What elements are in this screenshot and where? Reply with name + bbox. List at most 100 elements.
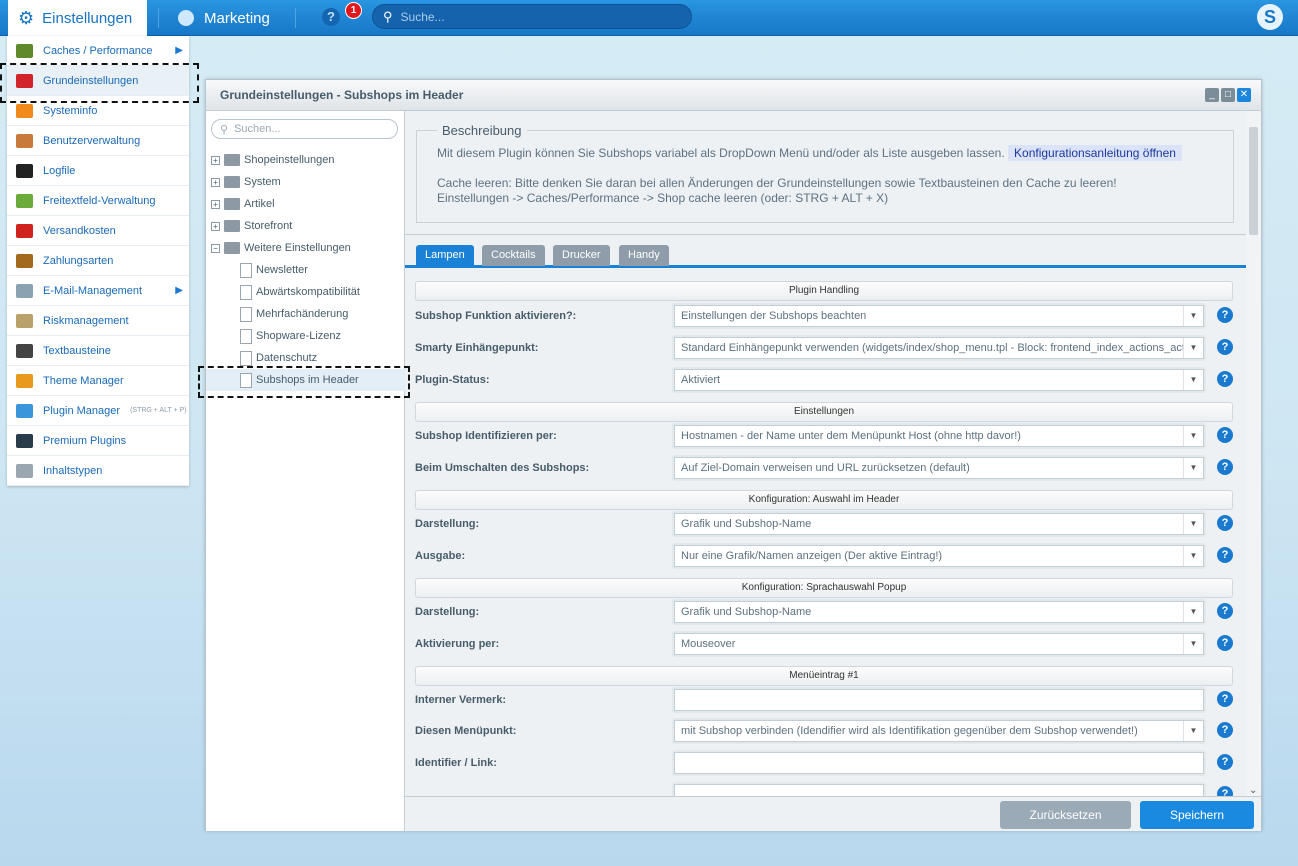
menu-item[interactable]: Versandkosten xyxy=(7,216,189,246)
menu-item[interactable]: Theme Manager xyxy=(7,366,189,396)
scrollbar-thumb[interactable] xyxy=(1249,127,1258,235)
pie-chart-icon xyxy=(178,10,194,26)
help-icon[interactable]: ? xyxy=(1217,307,1233,323)
help-icon[interactable]: ? xyxy=(1217,547,1233,563)
dropdown-arrow-icon[interactable]: ▼ xyxy=(1183,338,1203,358)
window-header[interactable]: Grundeinstellungen - Subshops im Header xyxy=(206,80,1261,111)
form-row: Diesen Menüpunkt: mit Subshop verbinden … xyxy=(415,716,1245,746)
menu-item[interactable]: Textbausteine xyxy=(7,336,189,366)
menu-item[interactable]: Plugin Manager (STRG + ALT + P) xyxy=(7,396,189,426)
reset-button[interactable]: Zurücksetzen xyxy=(1000,801,1131,829)
save-button[interactable]: Speichern xyxy=(1140,801,1254,829)
form-row: Plugin-Status: Aktiviert ▼ ? xyxy=(415,365,1245,395)
help-icon[interactable]: ? xyxy=(1217,786,1233,796)
text-input[interactable] xyxy=(672,687,1206,713)
select-field[interactable]: Mouseover ▼ xyxy=(672,631,1206,657)
dropdown-arrow-icon[interactable]: ▼ xyxy=(1183,546,1203,566)
close-button[interactable]: ✕ xyxy=(1237,88,1251,102)
global-search-input[interactable]: ⚲ Suche... xyxy=(372,4,692,29)
scroll-down-icon[interactable]: ⌄ xyxy=(1249,785,1257,796)
help-icon[interactable]: ? xyxy=(322,8,340,26)
help-icon[interactable]: ? xyxy=(1217,754,1233,770)
dropdown-arrow-icon[interactable]: ▼ xyxy=(1183,514,1203,534)
minimize-button[interactable]: _ xyxy=(1205,88,1219,102)
tree-folder[interactable]: + Storefront xyxy=(211,215,405,237)
tree-folder[interactable]: + System xyxy=(211,171,405,193)
config-guide-link[interactable]: Konfigurationsanleitung öffnen xyxy=(1008,145,1182,161)
help-icon[interactable]: ? xyxy=(1217,635,1233,651)
menu-item-label: Logfile xyxy=(43,164,76,177)
dropdown-arrow-icon[interactable]: ▼ xyxy=(1183,721,1203,741)
help-icon[interactable]: ? xyxy=(1217,722,1233,738)
menu-item[interactable]: Premium Plugins xyxy=(7,426,189,456)
menu-item[interactable]: Inhaltstypen xyxy=(7,456,189,486)
select-field[interactable]: Aktiviert ▼ xyxy=(672,367,1206,393)
vertical-scrollbar[interactable]: ⌄ xyxy=(1246,111,1261,796)
tree-leaf[interactable]: Shopware-Lizenz xyxy=(206,325,405,347)
text-input[interactable] xyxy=(672,782,1206,796)
menu-item[interactable]: Logfile xyxy=(7,156,189,186)
tree-search-input[interactable]: ⚲ Suchen... xyxy=(211,119,398,139)
help-icon[interactable]: ? xyxy=(1217,515,1233,531)
menu-item[interactable]: Freitextfeld-Verwaltung xyxy=(7,186,189,216)
dropdown-arrow-icon[interactable]: ▼ xyxy=(1183,306,1203,326)
tab-cocktails[interactable]: Cocktails xyxy=(482,245,545,266)
form-row: ? xyxy=(415,780,1245,796)
shopware-logo-icon[interactable]: S xyxy=(1257,4,1283,30)
dropdown-arrow-icon[interactable]: ▼ xyxy=(1183,634,1203,654)
expand-icon[interactable]: + xyxy=(211,199,220,209)
gauge-icon xyxy=(16,43,33,58)
menu-item-label: Caches / Performance xyxy=(43,44,153,57)
select-field[interactable]: Einstellungen der Subshops beachten ▼ xyxy=(672,303,1206,329)
help-icon[interactable]: ? xyxy=(1217,339,1233,355)
settings-menu-tab[interactable]: ⚙ Einstellungen xyxy=(8,0,147,36)
collapse-icon[interactable]: − xyxy=(211,243,220,253)
help-icon[interactable]: ? xyxy=(1217,371,1233,387)
tree-folder[interactable]: + Artikel xyxy=(211,193,405,215)
tree-node-label: Abwärtskompatibilität xyxy=(256,286,360,298)
marketing-menu-tab[interactable]: Marketing xyxy=(178,0,270,36)
dropdown-arrow-icon[interactable]: ▼ xyxy=(1183,426,1203,446)
help-icon[interactable]: ? xyxy=(1217,603,1233,619)
tree-folder[interactable]: + Shopeinstellungen xyxy=(211,149,405,171)
tree-folder[interactable]: − Weitere Einstellungen xyxy=(211,237,405,259)
menu-item-label: Premium Plugins xyxy=(43,434,127,447)
select-field[interactable]: Grafik und Subshop-Name ▼ xyxy=(672,599,1206,625)
menu-item[interactable]: Riskmanagement xyxy=(7,306,189,336)
select-field[interactable]: Auf Ziel-Domain verweisen und URL zurück… xyxy=(672,455,1206,481)
field-label: Identifier / Link: xyxy=(415,757,497,769)
form-row: Smarty Einhängepunkt: Standard Einhängep… xyxy=(415,333,1245,363)
select-field[interactable]: Grafik und Subshop-Name ▼ xyxy=(672,511,1206,537)
dropdown-arrow-icon[interactable]: ▼ xyxy=(1183,602,1203,622)
help-icon[interactable]: ? xyxy=(1217,691,1233,707)
select-field[interactable]: Nur eine Grafik/Namen anzeigen (Der akti… xyxy=(672,543,1206,569)
tree-leaf[interactable]: Mehrfachänderung xyxy=(206,303,405,325)
menu-item[interactable]: Benutzerverwaltung xyxy=(7,126,189,156)
expand-icon[interactable]: + xyxy=(211,177,220,187)
select-field[interactable]: Standard Einhängepunkt verwenden (widget… xyxy=(672,335,1206,361)
help-icon[interactable]: ? xyxy=(1217,427,1233,443)
help-icon[interactable]: ? xyxy=(1217,459,1233,475)
text-input[interactable] xyxy=(672,750,1206,776)
menu-item[interactable]: Zahlungsarten xyxy=(7,246,189,276)
dropdown-arrow-icon[interactable]: ▼ xyxy=(1183,370,1203,390)
tree-leaf[interactable]: Newsletter xyxy=(206,259,405,281)
expand-icon[interactable]: + xyxy=(211,155,220,165)
funnel-icon xyxy=(16,313,33,328)
field-value: Standard Einhängepunkt verwenden (widget… xyxy=(681,342,1204,354)
maximize-button[interactable]: □ xyxy=(1221,88,1235,102)
menu-item-label: Textbausteine xyxy=(43,344,111,357)
dropdown-arrow-icon[interactable]: ▼ xyxy=(1183,458,1203,478)
menu-item[interactable]: E-Mail-Management ▶ xyxy=(7,276,189,306)
tab-drucker[interactable]: Drucker xyxy=(553,245,610,266)
tab-handy[interactable]: Handy xyxy=(619,245,669,266)
tab-lampen[interactable]: Lampen xyxy=(416,245,474,266)
select-field[interactable]: mit Subshop verbinden (Idendifier wird a… xyxy=(672,718,1206,744)
menu-item[interactable]: Caches / Performance ▶ xyxy=(7,36,189,66)
tree-leaf[interactable]: Abwärtskompatibilität xyxy=(206,281,405,303)
cache-note: Cache leeren: Bitte denken Sie daran bei… xyxy=(437,176,1117,190)
folder-icon xyxy=(224,220,240,232)
expand-icon[interactable]: + xyxy=(211,221,220,231)
select-field[interactable]: Hostnamen - der Name unter dem Menüpunkt… xyxy=(672,423,1206,449)
section-header: Konfiguration: Sprachauswahl Popup xyxy=(415,578,1233,598)
